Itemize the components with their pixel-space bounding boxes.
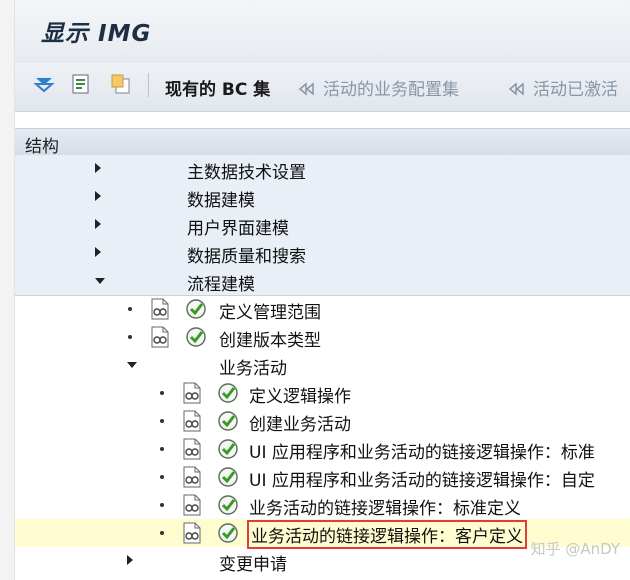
title-bar: 显示 IMG (15, 0, 630, 63)
execute-activity-icon[interactable] (185, 298, 207, 320)
window-left-frame (0, 0, 15, 580)
tree-node-level-2[interactable]: 业务活动 (15, 351, 630, 379)
collapse-node-icon[interactable] (95, 278, 105, 284)
execute-activity-icon[interactable] (217, 522, 239, 544)
existing-bc-sets-button[interactable]: 现有的 BC 集 (165, 75, 270, 100)
documentation-icon[interactable] (182, 438, 202, 460)
active-bc-sets-button[interactable]: 活动的业务配置集 (298, 75, 459, 100)
tree-node-label: 用户界面建模 (187, 219, 289, 239)
tree-node-level-3[interactable]: 定义逻辑操作 (15, 379, 630, 407)
tree-node-label: UI 应用程序和业务活动的链接逻辑操作：自定 (249, 471, 595, 491)
expand-node-icon[interactable] (95, 163, 101, 173)
tree-node-label: 创建版本类型 (219, 331, 321, 351)
page-title: 显示 IMG (41, 21, 152, 47)
tree-node-label: 数据质量和搜索 (187, 247, 306, 267)
execute-activity-icon[interactable] (217, 466, 239, 488)
tree-node-level-1[interactable]: 流程建模 (15, 267, 630, 295)
tree-node-label: 业务活动的链接逻辑操作：客户定义 (247, 520, 527, 549)
tree-node-level-2[interactable]: 定义管理范围 (15, 295, 630, 323)
copy-icon[interactable] (110, 73, 132, 95)
tree-node-label: 业务活动 (219, 359, 287, 379)
toolbar: 现有的 BC 集 活动的业务配置集 活动已激活 (15, 63, 630, 112)
tree-node-level-3[interactable]: 创建业务活动 (15, 407, 630, 435)
documentation-icon[interactable] (150, 298, 170, 320)
leaf-bullet-icon (128, 307, 132, 311)
tree-node-label: 变更申请 (219, 555, 287, 575)
documentation-icon[interactable] (182, 382, 202, 404)
documentation-icon[interactable] (182, 410, 202, 432)
activation-log-label: 活动已激活 (533, 80, 618, 100)
activation-log-button[interactable]: 活动已激活 (508, 75, 618, 100)
watermark: 知乎 @AnDY (530, 540, 620, 558)
expand-node-icon[interactable] (95, 191, 101, 201)
tree-node-label: 定义管理范围 (219, 303, 321, 323)
tree-node-level-3[interactable]: 业务活动的链接逻辑操作：标准定义 (15, 491, 630, 519)
execute-activity-icon[interactable] (217, 382, 239, 404)
tree-node-level-1[interactable]: 数据建模 (15, 183, 630, 211)
expand-node-icon[interactable] (95, 219, 101, 229)
leaf-bullet-icon (160, 475, 164, 479)
execute-activity-icon[interactable] (217, 438, 239, 460)
documentation-icon[interactable] (182, 494, 202, 516)
tree-node-level-3[interactable]: UI 应用程序和业务活动的链接逻辑操作：标准 (15, 435, 630, 463)
tree-node-label: 创建业务活动 (249, 415, 351, 435)
leaf-bullet-icon (160, 531, 164, 535)
leaf-bullet-icon (160, 503, 164, 507)
toolbar-separator (148, 73, 149, 97)
expand-node-icon[interactable] (127, 555, 133, 565)
active-bc-sets-label: 活动的业务配置集 (323, 80, 459, 100)
tree-node-label: 数据建模 (187, 191, 255, 211)
tree-node-level-1[interactable]: 数据质量和搜索 (15, 239, 630, 267)
structure-header-label: 结构 (25, 137, 59, 157)
leaf-bullet-icon (160, 391, 164, 395)
expand-node-icon[interactable] (95, 247, 101, 257)
execute-activity-icon[interactable] (185, 326, 207, 348)
execute-activity-icon[interactable] (217, 494, 239, 516)
tree-node-label: 定义逻辑操作 (249, 387, 351, 407)
tree-node-label: 业务活动的链接逻辑操作：标准定义 (249, 499, 521, 519)
tree-node-level-1[interactable]: 用户界面建模 (15, 211, 630, 239)
bc-set-icon (298, 82, 314, 96)
spacer (15, 112, 630, 128)
tree-node-level-2[interactable]: 创建版本类型 (15, 323, 630, 351)
tree-node-label: 流程建模 (187, 275, 255, 295)
leaf-bullet-icon (128, 335, 132, 339)
tree-node-label: 主数据技术设置 (187, 163, 306, 183)
documentation-icon[interactable] (182, 466, 202, 488)
execute-activity-icon[interactable] (217, 410, 239, 432)
img-tree: 主数据技术设置 数据建模用户界面建模 数据质量和搜索 流程建模定义管理范围 创建版本类型… (15, 155, 630, 580)
documentation-icon[interactable] (182, 522, 202, 544)
find-icon[interactable] (70, 73, 92, 95)
collapse-node-icon[interactable] (127, 362, 137, 368)
structure-header: 结构 (15, 128, 630, 157)
expand-tree-icon[interactable] (33, 73, 55, 95)
tree-node-level-1[interactable]: 主数据技术设置 (15, 155, 630, 183)
leaf-bullet-icon (160, 447, 164, 451)
tree-node-level-3[interactable]: UI 应用程序和业务活动的链接逻辑操作：自定 (15, 463, 630, 491)
documentation-icon[interactable] (150, 326, 170, 348)
leaf-bullet-icon (160, 419, 164, 423)
tree-node-label: UI 应用程序和业务活动的链接逻辑操作：标准 (249, 443, 595, 463)
bc-set-icon (508, 82, 524, 96)
